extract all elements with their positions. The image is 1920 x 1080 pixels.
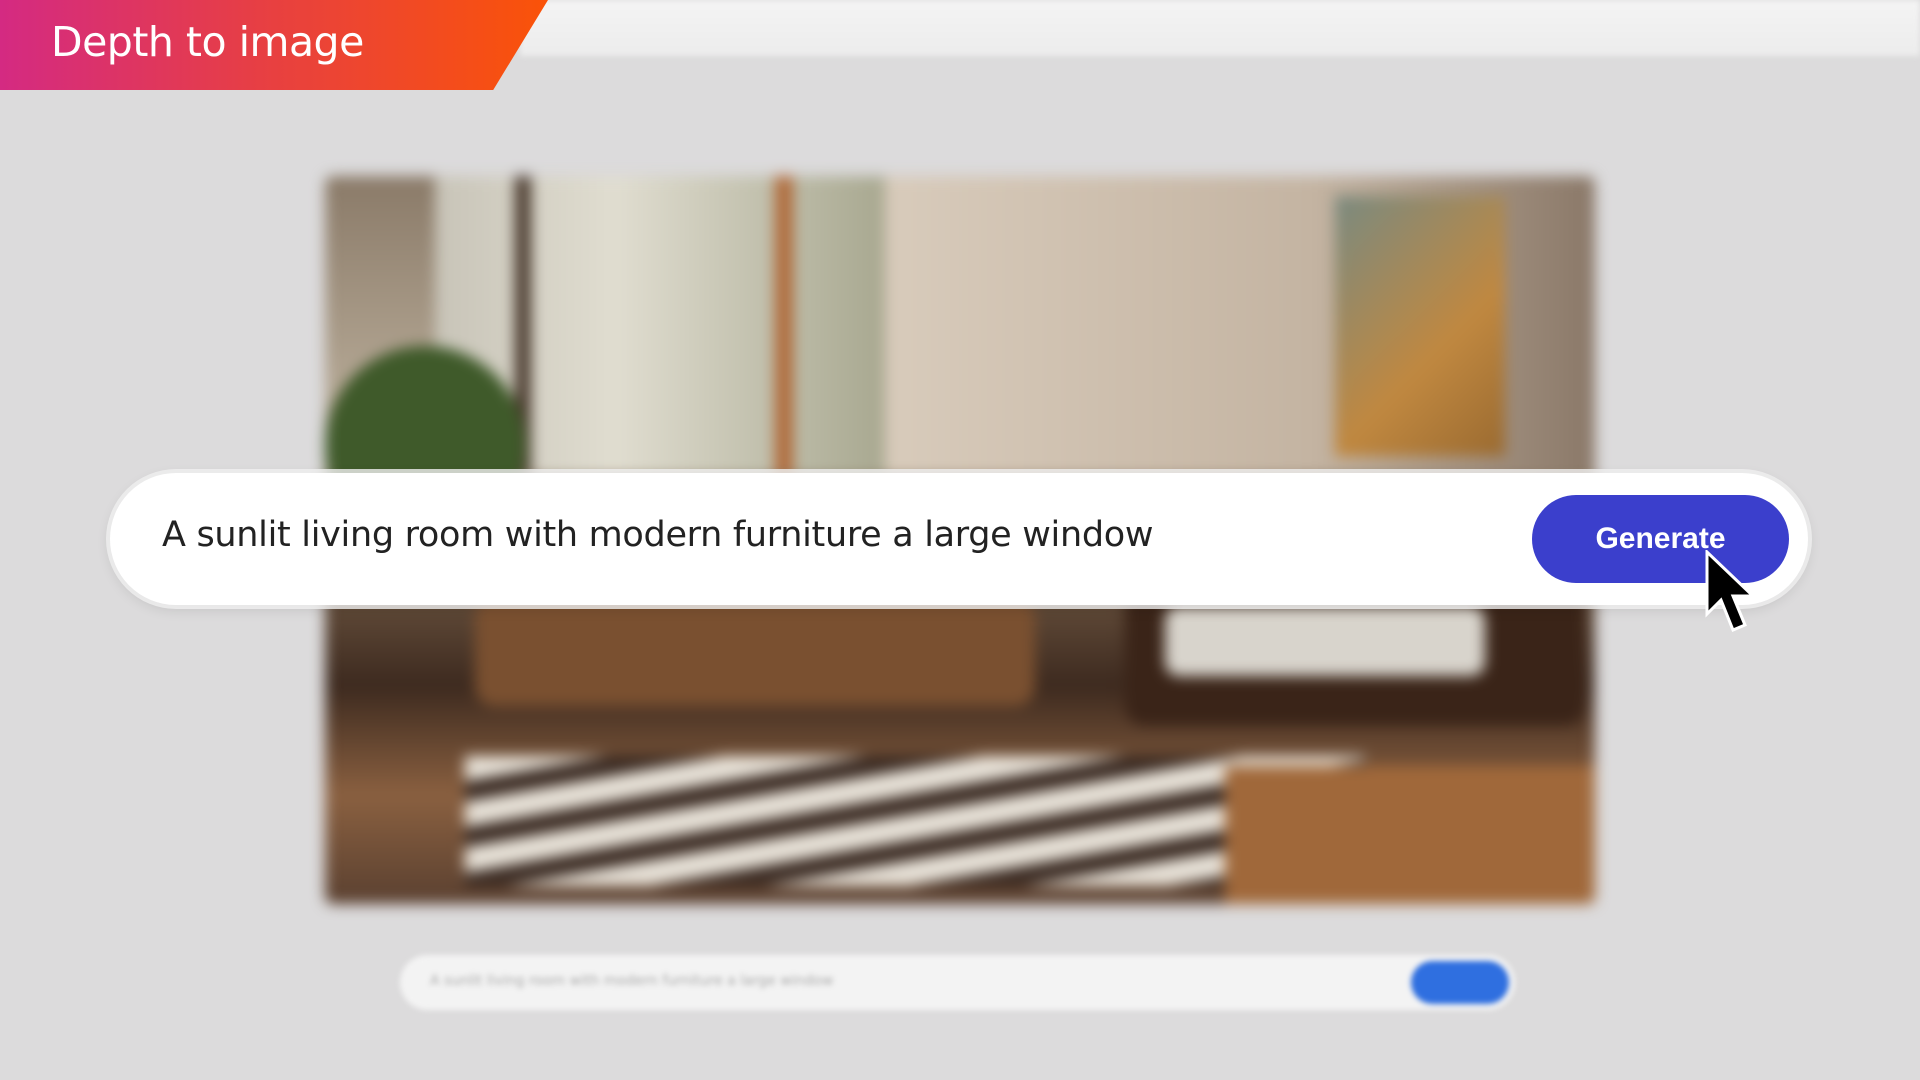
sofa-left	[475, 596, 1035, 706]
arrow-cursor-icon	[1705, 550, 1757, 632]
background-prompt-bar: A sunlit living room with modern furnitu…	[400, 955, 1515, 1010]
background-prompt-text: A sunlit living room with modern furnitu…	[430, 973, 834, 989]
floor	[1225, 766, 1595, 904]
sofa-cushions	[1165, 606, 1485, 676]
top-strip	[520, 0, 1920, 56]
window-frame	[775, 176, 793, 476]
prompt-input[interactable]: A sunlit living room with modern furnitu…	[162, 515, 1154, 555]
banner-title: Depth to image	[51, 18, 364, 66]
feature-banner: Depth to image	[0, 0, 548, 90]
background-generate-button	[1411, 961, 1509, 1004]
wall-art	[1335, 196, 1505, 456]
prompt-bar: A sunlit living room with modern furnitu…	[110, 473, 1808, 605]
